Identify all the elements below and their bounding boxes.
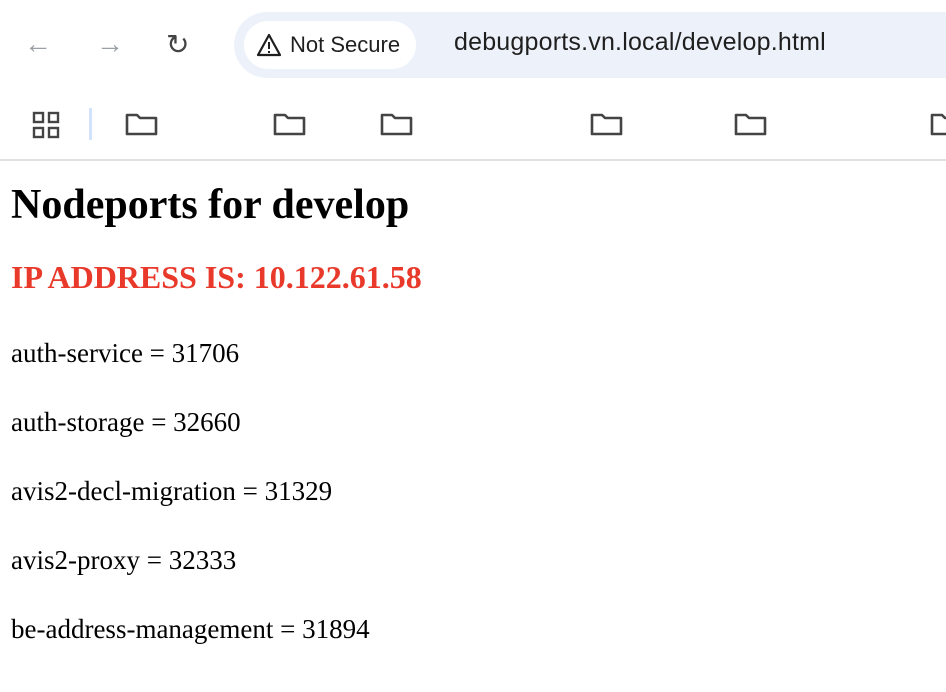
security-label: Not Secure — [290, 32, 401, 57]
page-content: Nodeports for develop IP ADDRESS IS: 10.… — [0, 181, 946, 645]
bookmark-separator — [89, 108, 92, 140]
forward-arrow-icon[interactable]: → — [96, 28, 124, 60]
address-bar[interactable]: Not Secure debugports.vn.local/develop.h… — [234, 12, 946, 78]
apps-grid-icon[interactable] — [32, 111, 60, 139]
nodeport-entry: avis2-decl-migration = 31329 — [11, 476, 333, 506]
page-title: Nodeports for develop — [11, 182, 410, 228]
folder-icon[interactable] — [590, 112, 624, 136]
folder-icon[interactable] — [125, 112, 159, 136]
folder-icon[interactable] — [380, 112, 414, 136]
folder-icon[interactable] — [273, 112, 307, 136]
nodeport-entry: be-address-management = 31894 — [11, 614, 370, 644]
browser-toolbar: ← → ↻ Not Secure debugports.vn.local/dev… — [0, 0, 946, 161]
url-text[interactable]: debugports.vn.local/develop.html — [454, 28, 826, 57]
nodeport-entry: avis2-proxy = 32333 — [11, 545, 237, 575]
nodeport-entry: auth-service = 31706 — [11, 338, 240, 368]
folder-icon[interactable] — [734, 112, 768, 136]
ip-address-heading: IP ADDRESS IS: 10.122.61.58 — [11, 259, 422, 295]
back-arrow-icon[interactable]: ← — [24, 28, 52, 60]
reload-icon[interactable]: ↻ — [166, 28, 189, 61]
nodeport-entry: auth-storage = 32660 — [11, 407, 241, 437]
warning-icon — [256, 33, 282, 57]
security-chip[interactable]: Not Secure — [244, 21, 417, 69]
folder-icon[interactable] — [930, 112, 946, 136]
